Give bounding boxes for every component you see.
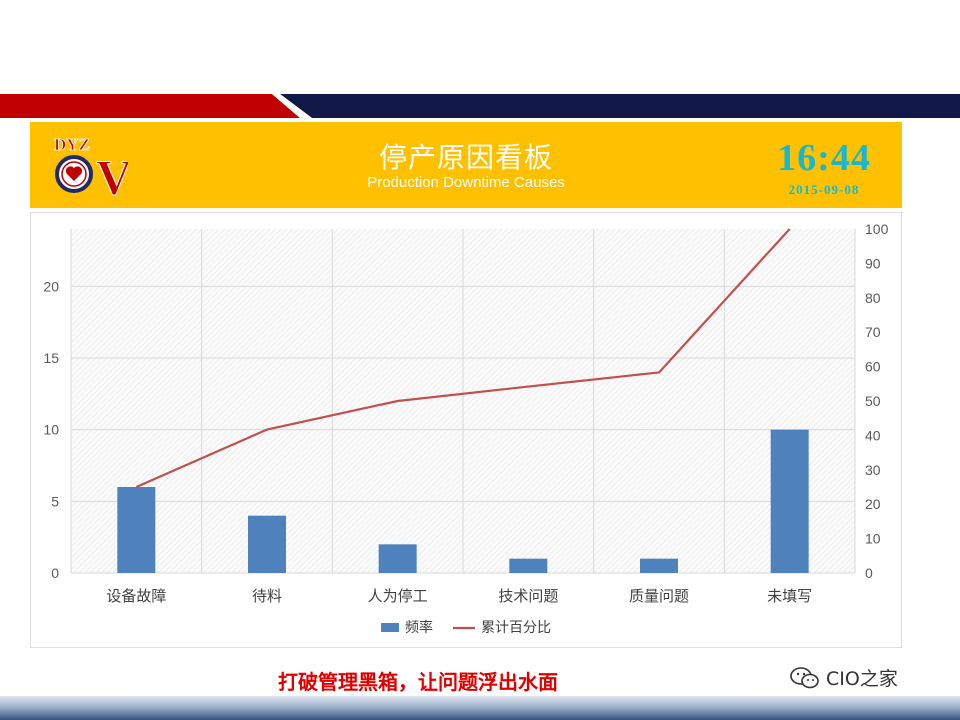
clock-time: 16:44	[777, 137, 871, 179]
header-panel: DYZ V 停产原因看板 Production Downtime Causes …	[30, 122, 902, 208]
y-left-tick-label: 20	[43, 278, 59, 294]
x-tick-label: 技术问题	[498, 587, 558, 605]
x-tick-label: 未填写	[767, 587, 812, 605]
y-right-tick-label: 90	[865, 255, 881, 271]
y-left-tick-label: 10	[43, 422, 59, 438]
y-right-tick-label: 20	[865, 496, 881, 512]
y-right-tick-label: 50	[865, 393, 881, 409]
y-left-tick-label: 15	[43, 350, 59, 366]
legend-bar-label: 频率	[405, 619, 433, 636]
bar	[117, 487, 156, 573]
y-right-tick-label: 60	[865, 359, 881, 375]
bar	[509, 558, 548, 573]
watermark-text: CIO之家	[826, 668, 898, 690]
y-right-tick-label: 30	[865, 462, 881, 478]
bar	[640, 558, 678, 573]
legend-line-label: 累计百分比	[481, 620, 551, 636]
y-right-tick-label: 0	[865, 565, 873, 581]
bar	[378, 544, 417, 573]
y-right-tick-label: 40	[865, 427, 881, 443]
y-right-tick-label: 70	[865, 324, 881, 340]
y-right-tick-label: 100	[865, 221, 889, 237]
watermark: CIO之家	[790, 664, 898, 691]
bar	[248, 515, 286, 573]
pareto-chart-panel: 0 5 10 15 20 0 10 20 30 40 50 60 70 80 90 100 设备故障 待料 人为停工…	[30, 212, 902, 648]
y-left-tick-label: 0	[51, 565, 59, 581]
x-tick-label: 设备故障	[106, 587, 166, 605]
x-tick-label: 待料	[252, 587, 282, 605]
bar	[770, 429, 809, 573]
legend-bar-swatch	[381, 623, 399, 632]
pareto-chart: 0 5 10 15 20 0 10 20 30 40 50 60 70 80 90 100 设备故障 待料 人为停工…	[43, 221, 889, 636]
y-right-tick-label: 80	[865, 290, 881, 306]
bottom-decorative-band	[0, 696, 960, 720]
chat-bubbles-icon	[790, 666, 819, 688]
y-right-tick-label: 10	[865, 531, 881, 547]
x-tick-label: 人为停工	[368, 587, 428, 605]
clock-date: 2015-09-08	[788, 182, 860, 197]
slogan-text: 打破管理黑箱，让问题浮出水面	[278, 670, 558, 694]
top-decorative-band	[0, 94, 960, 118]
y-left-tick-label: 5	[51, 493, 59, 509]
x-tick-label: 质量问题	[629, 587, 689, 605]
